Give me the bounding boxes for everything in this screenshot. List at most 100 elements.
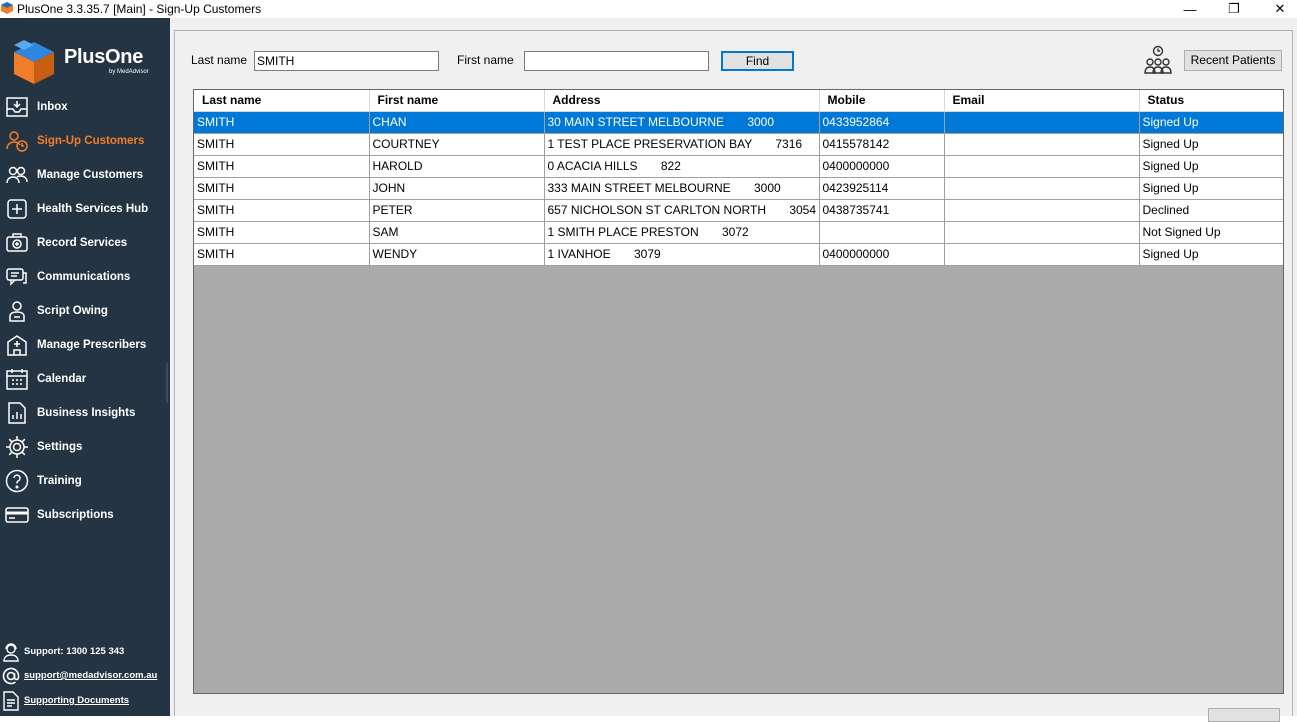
restore-button[interactable]: ❐ [1211,0,1257,18]
sidebar-item-manage-customers[interactable]: Manage Customers [0,160,170,190]
supporting-documents-link[interactable]: Supporting Documents [24,695,129,706]
recent-patients-button[interactable]: Recent Patients [1184,50,1282,71]
sidebar-resize-handle[interactable] [166,363,168,403]
table-row[interactable]: SMITH JOHN 333 MAIN STREET MELBOURNE 300… [194,177,1283,200]
customers-icon [5,163,29,187]
sidebar-item-settings[interactable]: Settings [0,432,170,462]
close-button[interactable]: ✕ [1257,0,1297,18]
sidebar-item-record-services[interactable]: Record Services [0,228,170,258]
cell-status: Signed Up [1139,155,1283,178]
customers-table: Last name First name Address Mobile Emai… [194,90,1283,266]
sign-up-button[interactable] [1208,708,1280,722]
cell-address: 1 SMITH PLACE PRESTON 3072 [544,221,820,244]
sidebar-item-health-services-hub[interactable]: Health Services Hub [0,194,170,224]
app-logo-icon [1,2,13,14]
sidebar-item-label: Subscriptions [37,509,114,521]
cell-status: Signed Up [1139,177,1283,200]
cell-status: Signed Up [1139,133,1283,156]
sidebar-item-script-owing[interactable]: Script Owing [0,296,170,326]
table-row[interactable]: SMITH COURTNEY 1 TEST PLACE PRESERVATION… [194,133,1283,156]
brand-name: PlusOne [64,46,144,68]
sidebar-item-business-insights[interactable]: Business Insights [0,398,170,428]
cell-address: 657 NICHOLSON ST CARLTON NORTH 3054 [544,199,820,222]
last-name-label: Last name [191,53,248,67]
sidebar-item-label: Sign-Up Customers [37,135,145,147]
cell-address: 1 IVANHOE 3079 [544,243,820,266]
cell-email [944,221,1140,244]
support-phone: Support: 1300 125 343 [0,642,170,664]
cell-mobile: 0423925114 [819,177,945,200]
first-name-label: First name [457,53,514,67]
column-header-mobile[interactable]: Mobile [819,90,945,112]
document-icon [3,691,19,711]
cell-email [944,155,1140,178]
cell-last-name: SMITH [194,111,370,134]
sidebar-item-label: Manage Customers [37,169,144,181]
record-services-icon [5,231,29,255]
column-header-last-name[interactable]: Last name [194,90,370,112]
column-header-address[interactable]: Address [544,90,820,112]
at-sign-icon [2,667,20,685]
sidebar-item-label: Record Services [37,237,128,249]
cell-address: 333 MAIN STREET MELBOURNE 3000 [544,177,820,200]
calendar-icon [5,367,29,391]
column-header-first-name[interactable]: First name [369,90,545,112]
column-header-email[interactable]: Email [944,90,1140,112]
cell-email [944,111,1140,134]
sidebar-item-communications[interactable]: Communications [0,262,170,292]
cell-mobile [819,221,945,244]
title-bar: PlusOne 3.3.35.7 [Main] - Sign-Up Custom… [0,0,1297,18]
cell-mobile: 0415578142 [819,133,945,156]
cell-email [944,133,1140,156]
sidebar-item-subscriptions[interactable]: Subscriptions [0,500,170,530]
health-hub-icon [5,197,29,221]
customers-grid: Last name First name Address Mobile Emai… [193,89,1284,694]
cell-last-name: SMITH [194,155,370,178]
main-content: Last name First name Find Recent Patient… [170,18,1297,722]
cell-first-name: CHAN [369,111,545,134]
table-header-row: Last name First name Address Mobile Emai… [194,90,1283,112]
sidebar-item-training[interactable]: Training [0,466,170,496]
minimize-button[interactable]: — [1167,0,1213,18]
sidebar-item-sign-up-customers[interactable]: Sign-Up Customers [0,126,170,156]
cell-address: 0 ACACIA HILLS 822 [544,155,820,178]
cell-email [944,177,1140,200]
column-header-status[interactable]: Status [1139,90,1283,112]
first-name-input[interactable] [524,51,709,71]
card-icon [5,503,29,527]
last-name-input[interactable] [254,51,439,71]
sidebar-item-label: Settings [37,441,83,453]
cell-email [944,243,1140,266]
table-row[interactable]: SMITH PETER 657 NICHOLSON ST CARLTON NOR… [194,199,1283,222]
cell-first-name: WENDY [369,243,545,266]
sidebar-item-manage-prescribers[interactable]: Manage Prescribers [0,330,170,360]
cell-status: Signed Up [1139,243,1283,266]
recent-patients-icon[interactable] [1141,45,1175,79]
sign-up-icon [5,129,29,153]
communications-icon [5,265,29,289]
support-email-link[interactable]: support@medadvisor.com.au [24,670,157,681]
brand-sub: by MedAdvisor [109,69,149,75]
table-row[interactable]: SMITH WENDY 1 IVANHOE 3079 0400000000 Si… [194,243,1283,266]
support-email[interactable]: support@medadvisor.com.au [0,666,170,688]
cell-first-name: COURTNEY [369,133,545,156]
table-row[interactable]: SMITH SAM 1 SMITH PLACE PRESTON 3072 Not… [194,221,1283,244]
cell-address: 1 TEST PLACE PRESERVATION BAY 7316 [544,133,820,156]
plusone-cube-icon [14,40,54,84]
sidebar-item-label: Communications [37,271,131,283]
sidebar-item-calendar[interactable]: Calendar [0,364,170,394]
cell-mobile: 0433952864 [819,111,945,134]
find-button[interactable]: Find [721,51,794,71]
script-owing-icon [5,299,29,323]
cell-last-name: SMITH [194,199,370,222]
cell-last-name: SMITH [194,243,370,266]
cell-status: Declined [1139,199,1283,222]
prescribers-icon [5,333,29,357]
supporting-documents[interactable]: Supporting Documents [0,691,170,713]
cell-address: 30 MAIN STREET MELBOURNE 3000 [544,111,820,134]
cell-last-name: SMITH [194,177,370,200]
sidebar-item-inbox[interactable]: Inbox [0,92,170,122]
table-row[interactable]: SMITH HAROLD 0 ACACIA HILLS 822 04000000… [194,155,1283,178]
table-row[interactable]: SMITH CHAN 30 MAIN STREET MELBOURNE 3000… [194,111,1283,134]
gear-icon [5,435,29,459]
